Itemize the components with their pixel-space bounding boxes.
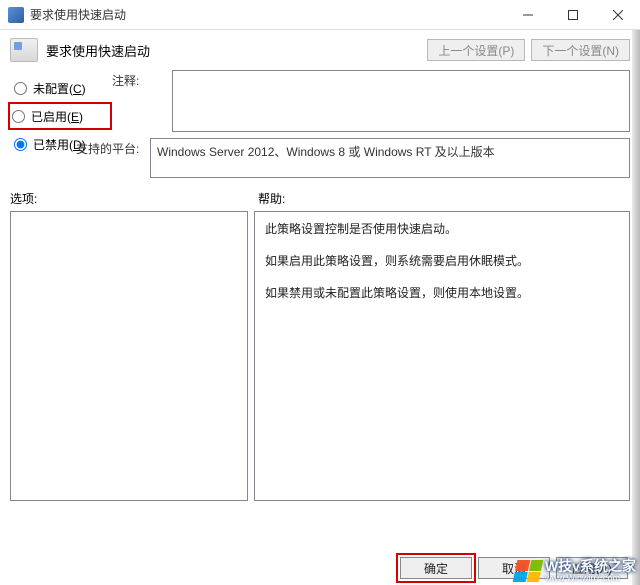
window-title: 要求使用快速启动 — [30, 6, 126, 23]
comments-label: 注释: — [112, 72, 172, 89]
minimize-button[interactable] — [505, 0, 550, 30]
maximize-button[interactable] — [550, 0, 595, 30]
close-button[interactable] — [595, 0, 640, 30]
help-pane: 此策略设置控制是否使用快速启动。 如果启用此策略设置，则系统需要启用休眠模式。 … — [254, 211, 630, 501]
state-radio-group: 未配置(C) 已启用(E) 已禁用(D) — [10, 74, 112, 184]
help-paragraph: 此策略设置控制是否使用快速启动。 — [265, 220, 619, 238]
radio-enabled[interactable]: 已启用(E) — [8, 102, 112, 130]
radio-not-configured-input[interactable] — [14, 82, 27, 95]
next-setting-button[interactable]: 下一个设置(N) — [531, 39, 630, 61]
watermark-brand: W技v系统之家 — [545, 559, 636, 573]
prev-setting-button[interactable]: 上一个设置(P) — [427, 39, 525, 61]
help-paragraph: 如果禁用或未配置此策略设置，则使用本地设置。 — [265, 284, 619, 302]
radio-not-configured[interactable]: 未配置(C) — [10, 74, 112, 102]
radio-enabled-input[interactable] — [12, 110, 25, 123]
help-paragraph: 如果启用此策略设置，则系统需要启用休眠模式。 — [265, 252, 619, 270]
policy-icon — [10, 38, 38, 62]
windows-logo-icon — [513, 560, 544, 582]
policy-title: 要求使用快速启动 — [46, 41, 150, 60]
platform-text: Windows Server 2012、Windows 8 或 Windows … — [150, 138, 630, 178]
options-pane — [10, 211, 248, 501]
platform-label: 支持的平台: — [76, 140, 150, 157]
ok-button[interactable]: 确定 — [400, 557, 472, 579]
radio-disabled-input[interactable] — [14, 138, 27, 151]
titlebar: 要求使用快速启动 — [0, 0, 640, 30]
options-label: 选项: — [10, 190, 258, 207]
comments-textarea[interactable] — [172, 70, 630, 132]
help-label: 帮助: — [258, 190, 285, 207]
watermark-url: www.Winwin7.com — [545, 573, 636, 583]
header-row: 要求使用快速启动 上一个设置(P) 下一个设置(N) — [10, 38, 630, 62]
app-icon — [8, 7, 24, 23]
watermark: W技v系统之家 www.Winwin7.com — [515, 559, 636, 583]
